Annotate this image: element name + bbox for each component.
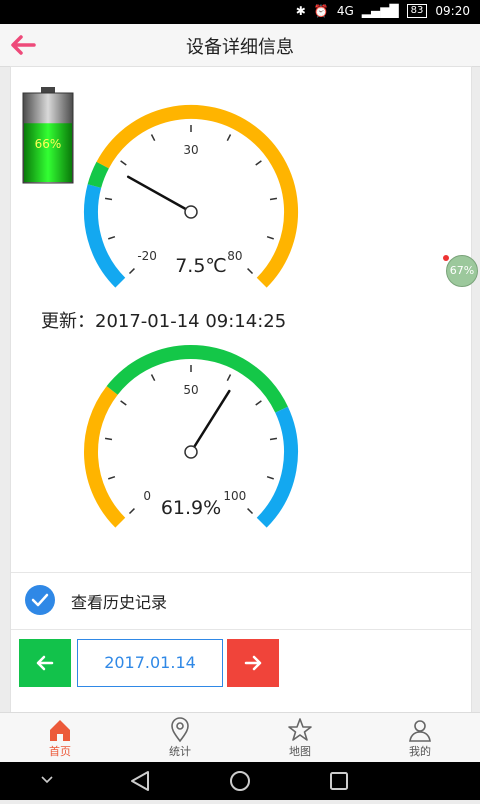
gauge-tick	[108, 476, 116, 480]
gauge-tick	[269, 197, 278, 201]
tab-stats-label: 统计	[169, 745, 191, 758]
home-nav-icon[interactable]	[230, 771, 250, 791]
star-icon	[288, 718, 312, 741]
network-label: 4G	[336, 4, 354, 18]
date-navigation: 2017.01.14	[19, 639, 459, 689]
recents-nav-icon[interactable]	[330, 772, 348, 790]
gauge-segment	[84, 386, 126, 528]
arrow-right-icon	[244, 655, 262, 671]
status-bar: ✱ ⏰ 4G ▂▄▆█ 83 09:20	[0, 0, 480, 24]
battery-status: 83	[406, 4, 428, 18]
battery-indicator: 66%	[21, 87, 75, 185]
gauge-needle	[189, 389, 231, 454]
gauge-tick	[104, 437, 113, 441]
date-field[interactable]: 2017.01.14	[77, 639, 223, 687]
bluetooth-icon: ✱	[295, 4, 306, 18]
gauge-tick	[120, 160, 127, 166]
gauge-pivot	[184, 205, 198, 219]
gauge-tick	[255, 400, 262, 406]
gauge-tick	[226, 374, 232, 382]
gauge-tick	[269, 437, 278, 441]
gauge-pivot	[184, 445, 198, 459]
gauge-tick	[128, 508, 135, 515]
gauge-tick	[120, 400, 127, 406]
check-icon	[31, 593, 49, 607]
location-pin-icon	[171, 717, 189, 743]
humidity-value: 61.9%	[160, 497, 222, 519]
gauge-tick	[150, 134, 156, 142]
tab-map[interactable]: 地图	[240, 713, 360, 763]
tab-me[interactable]: 我的	[360, 713, 480, 763]
history-label: 查看历史记录	[71, 593, 168, 612]
gauge-tick	[150, 374, 156, 382]
previous-day-button[interactable]	[19, 639, 71, 687]
gauge-tick-label: 30	[183, 143, 198, 157]
tab-me-label: 我的	[409, 745, 431, 758]
back-nav-icon[interactable]	[131, 771, 149, 791]
device-card: -20 30 80 0 50 100 66% 7.5℃ 更新：2017-01-14 09…	[10, 66, 472, 718]
history-checkbox[interactable]	[25, 585, 55, 615]
gauge-tick	[255, 160, 262, 166]
home-icon	[50, 720, 70, 741]
status-time: 09:20	[435, 4, 470, 18]
arrow-left-icon	[36, 655, 54, 671]
gauge-tick	[108, 236, 116, 240]
gauge-tick	[226, 134, 232, 142]
floating-memory-bubble[interactable]: 67%	[446, 255, 478, 287]
gauge-tick	[104, 197, 113, 201]
tab-map-label: 地图	[289, 745, 311, 758]
battery-level-label: 66%	[34, 137, 62, 151]
gauge-segment	[87, 161, 109, 189]
tab-stats[interactable]: 统计	[120, 713, 240, 763]
collapse-icon[interactable]	[41, 776, 53, 784]
gauge-tick	[128, 268, 135, 275]
app-header: 设备详细信息	[0, 24, 480, 67]
gauge-tick	[266, 476, 274, 480]
battery-icon	[22, 87, 74, 184]
alarm-icon: ⏰	[313, 4, 329, 18]
page-title: 设备详细信息	[186, 37, 294, 58]
signal-icon: ▂▄▆█	[361, 4, 399, 18]
tab-home-label: 首页	[49, 745, 71, 758]
tab-home[interactable]: 首页	[0, 713, 120, 763]
gauge-segment	[84, 184, 126, 288]
gauge-tick	[266, 236, 274, 240]
floating-notification-dot	[443, 255, 449, 261]
history-row[interactable]: 查看历史记录	[11, 572, 471, 630]
system-nav-bar	[0, 762, 480, 800]
gauge-segment	[106, 344, 288, 413]
next-day-button[interactable]	[227, 639, 279, 687]
gauge-segment	[256, 406, 298, 528]
gauge-tick-label: 50	[183, 383, 198, 397]
gauge-needle	[126, 175, 193, 214]
gauge-tick	[247, 508, 254, 515]
user-icon	[409, 720, 431, 742]
temperature-value: 7.5℃	[175, 255, 227, 277]
tab-bar: 首页 统计 地图 我的	[0, 712, 480, 763]
update-time: 更新：2017-01-14 09:14:25	[41, 311, 287, 332]
